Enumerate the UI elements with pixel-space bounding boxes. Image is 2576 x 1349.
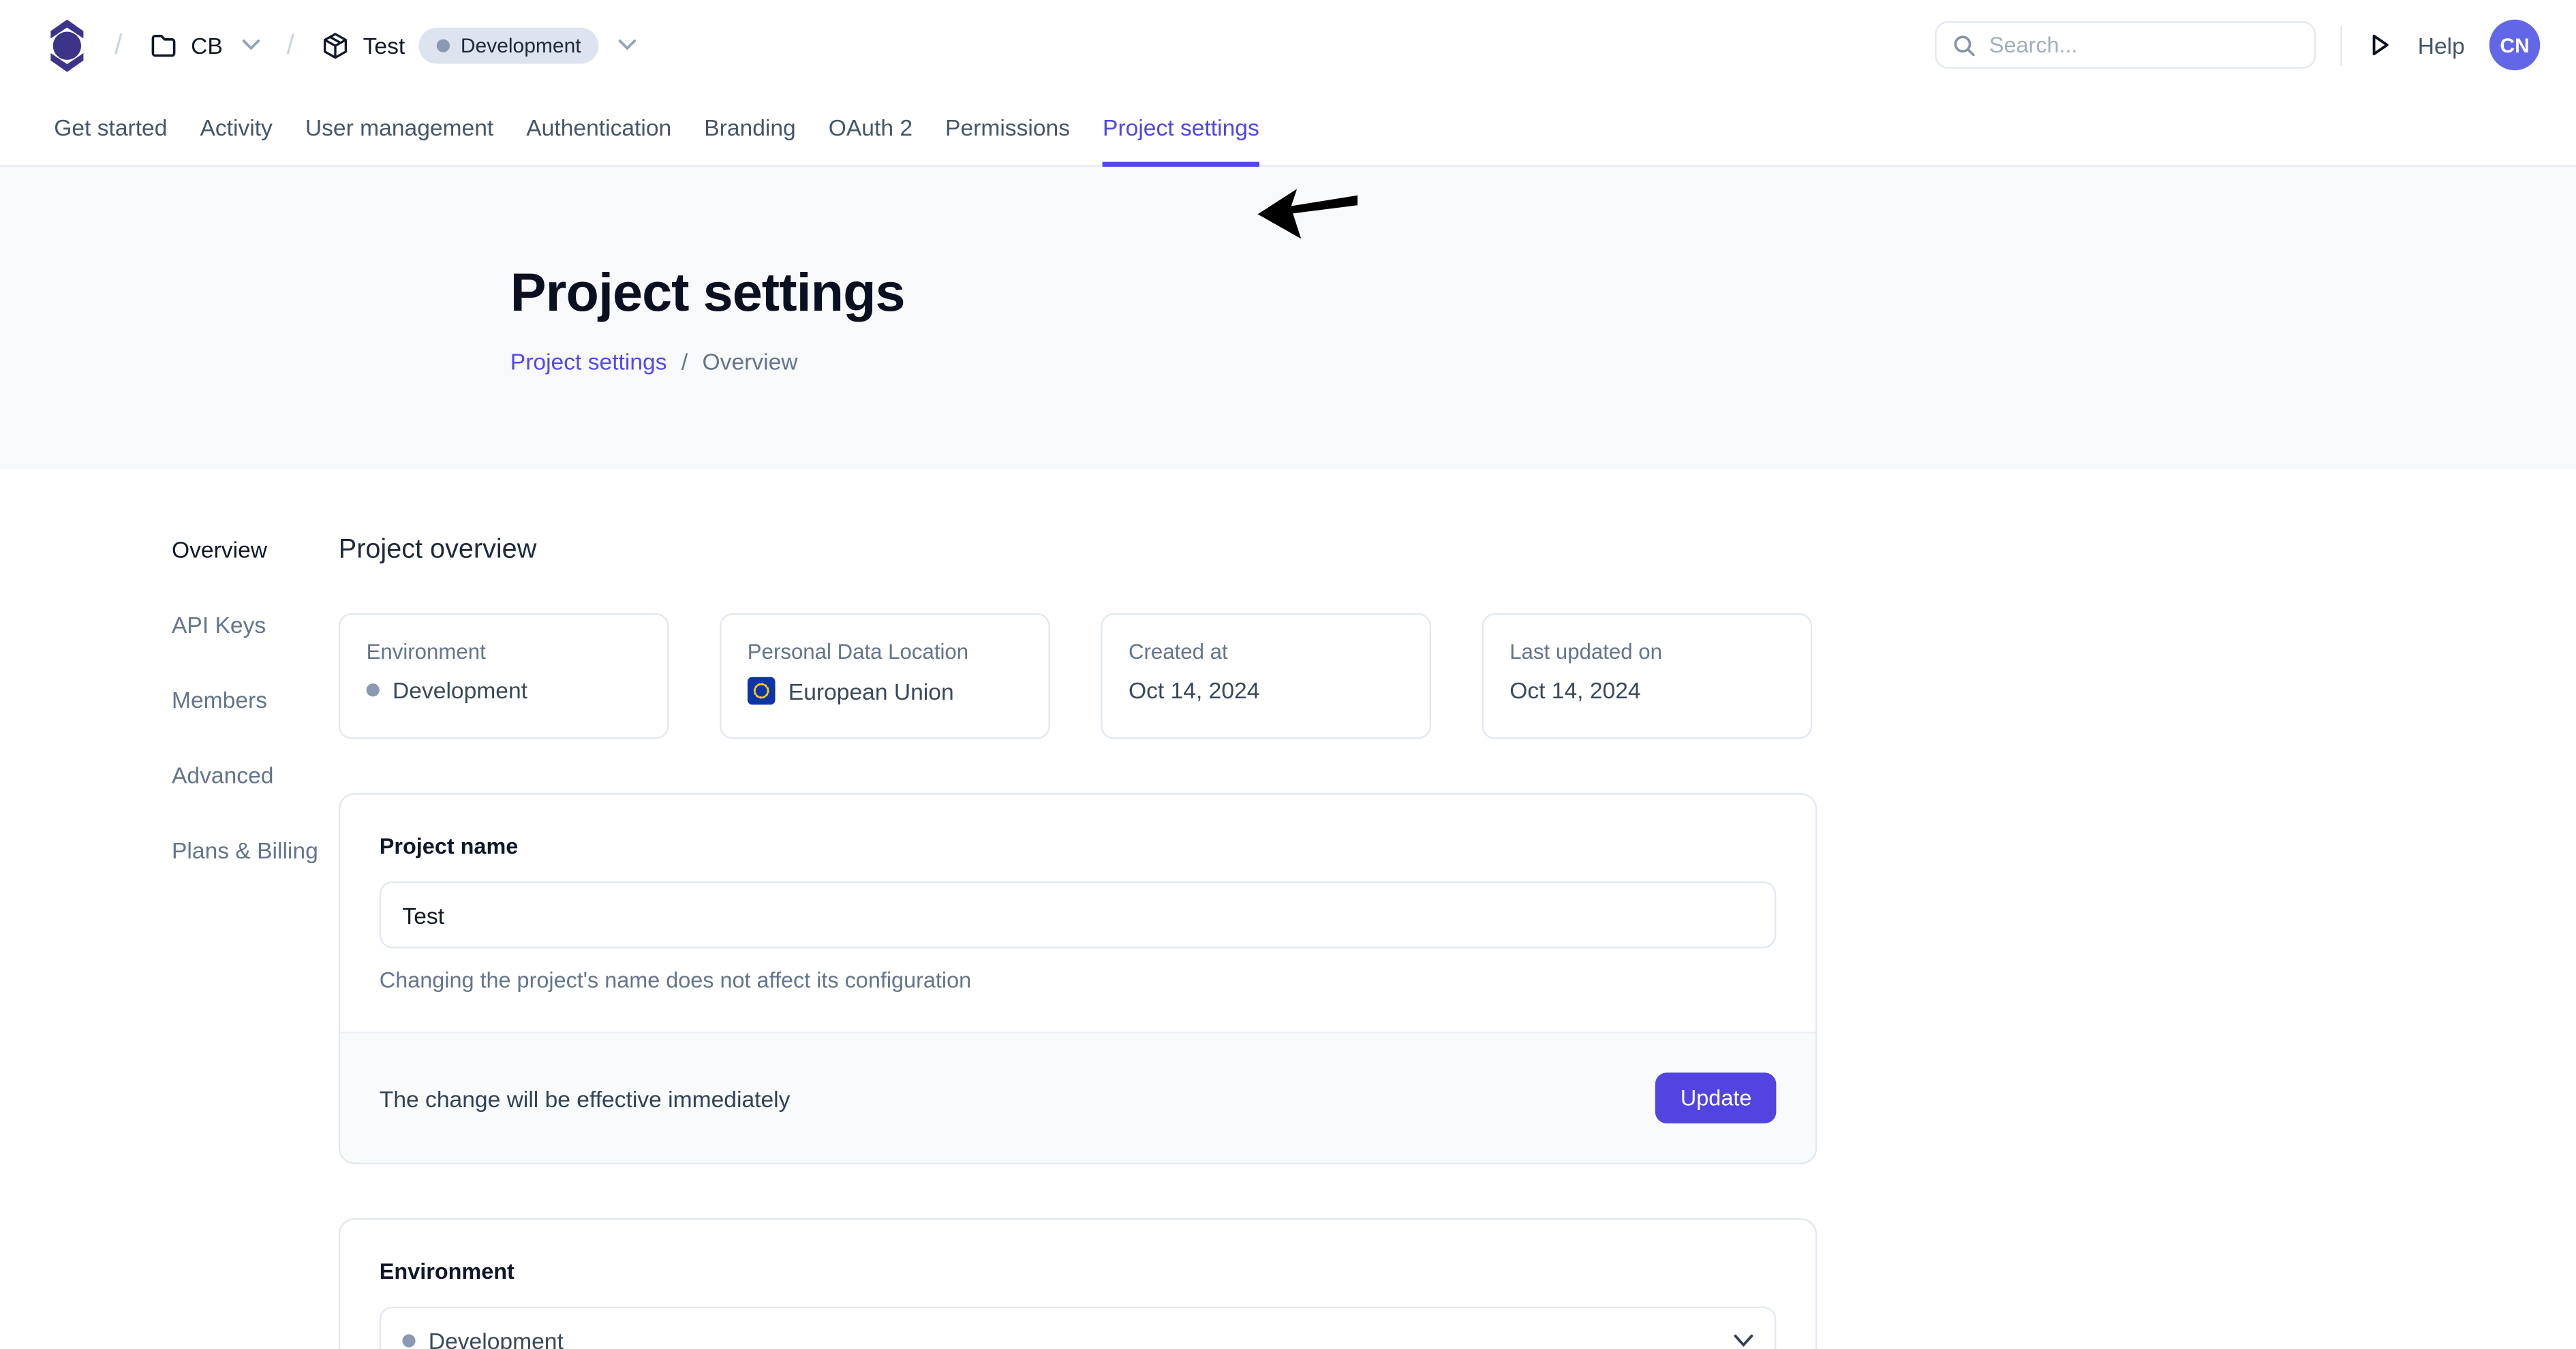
info-card-label: Personal Data Location bbox=[748, 639, 1022, 664]
package-icon bbox=[320, 30, 350, 59]
info-card-value: Oct 14, 2024 bbox=[1129, 677, 1403, 703]
breadcrumb-current: Overview bbox=[703, 348, 798, 374]
project-name-input[interactable] bbox=[380, 882, 1777, 948]
play-icon[interactable] bbox=[2367, 31, 2393, 59]
tab-branding[interactable]: Branding bbox=[704, 90, 796, 167]
app-window: / CB / Test bbox=[0, 0, 2576, 1349]
top-header: / CB / Test bbox=[0, 0, 2576, 90]
tab-get-started[interactable]: Get started bbox=[54, 90, 167, 167]
footer-note: The change will be effective immediately bbox=[380, 1085, 791, 1111]
breadcrumb-separator: / bbox=[286, 29, 294, 61]
project-switcher[interactable]: Test Development bbox=[320, 27, 637, 63]
environment-card-body: Environment Development bbox=[340, 1220, 1815, 1349]
environment-badge: Development bbox=[418, 27, 599, 63]
settings-sidebar: Overview API Keys Members Advanced Plans… bbox=[0, 469, 339, 1349]
settings-main: Project overview Environment Development… bbox=[339, 469, 1818, 1349]
page-title: Project settings bbox=[510, 262, 2576, 324]
tab-activity[interactable]: Activity bbox=[200, 90, 272, 167]
chevron-down-icon bbox=[243, 40, 260, 51]
section-title: Project overview bbox=[339, 535, 1818, 566]
update-button[interactable]: Update bbox=[1656, 1072, 1777, 1123]
breadcrumb-link-project-settings[interactable]: Project settings bbox=[510, 348, 667, 374]
folder-icon bbox=[149, 30, 178, 59]
info-card-environment: Environment Development bbox=[339, 613, 669, 739]
environment-label: Environment bbox=[380, 1259, 1777, 1284]
info-card-created-at: Created at Oct 14, 2024 bbox=[1101, 613, 1431, 739]
environment-select-text: Development bbox=[429, 1327, 564, 1349]
sidebar-item-plans-billing[interactable]: Plans & Billing bbox=[172, 835, 339, 881]
info-card-label: Last updated on bbox=[1509, 639, 1784, 664]
user-avatar[interactable]: CN bbox=[2489, 20, 2540, 70]
sidebar-item-api-keys[interactable]: API Keys bbox=[172, 610, 339, 655]
tab-authentication[interactable]: Authentication bbox=[526, 90, 671, 167]
global-search[interactable] bbox=[1935, 21, 2316, 69]
tab-oauth2[interactable]: OAuth 2 bbox=[829, 90, 913, 167]
environment-select-value: Development bbox=[402, 1327, 563, 1349]
content-area: Overview API Keys Members Advanced Plans… bbox=[0, 469, 2576, 1349]
info-card-value-text: Oct 14, 2024 bbox=[1509, 677, 1640, 703]
info-card-row: Environment Development Personal Data Lo… bbox=[339, 613, 1818, 739]
info-card-last-updated: Last updated on Oct 14, 2024 bbox=[1482, 613, 1812, 739]
project-name-helper-text: Changing the project's name does not aff… bbox=[380, 968, 1777, 993]
chevron-down-icon bbox=[619, 40, 637, 51]
page-hero: Project settings Project settings / Over… bbox=[0, 167, 2576, 469]
info-card-value: European Union bbox=[748, 677, 1022, 705]
tab-permissions[interactable]: Permissions bbox=[945, 90, 1070, 167]
eu-flag-icon bbox=[748, 677, 776, 705]
status-dot-icon bbox=[367, 683, 380, 696]
breadcrumb-separator: / bbox=[681, 348, 688, 374]
info-card-label: Created at bbox=[1129, 639, 1403, 664]
info-card-label: Environment bbox=[367, 639, 641, 664]
breadcrumb: Project settings / Overview bbox=[510, 348, 2576, 374]
status-dot-icon bbox=[436, 38, 449, 51]
breadcrumb-separator: / bbox=[114, 29, 122, 61]
info-card-value-text: European Union bbox=[788, 678, 954, 704]
chevron-down-icon bbox=[1734, 1333, 1753, 1346]
divider bbox=[2341, 25, 2342, 65]
sidebar-item-advanced[interactable]: Advanced bbox=[172, 760, 339, 806]
tab-user-management[interactable]: User management bbox=[305, 90, 493, 167]
project-name-label: Project name bbox=[380, 834, 1777, 858]
topbar-actions: Help CN bbox=[1935, 20, 2541, 70]
org-switcher[interactable]: CB bbox=[149, 30, 260, 59]
info-card-value-text: Oct 14, 2024 bbox=[1129, 677, 1259, 703]
app-logo-icon[interactable] bbox=[46, 16, 88, 74]
org-name: CB bbox=[191, 32, 223, 58]
sidebar-item-members[interactable]: Members bbox=[172, 685, 339, 731]
primary-nav: Get started Activity User management Aut… bbox=[0, 90, 2576, 167]
info-card-value-text: Development bbox=[393, 677, 527, 703]
project-name-card-body: Project name Changing the project's name… bbox=[340, 794, 1815, 1032]
help-link[interactable]: Help bbox=[2418, 32, 2465, 58]
tab-project-settings[interactable]: Project settings bbox=[1103, 90, 1259, 167]
info-card-value: Development bbox=[367, 677, 641, 703]
info-card-data-location: Personal Data Location European Union bbox=[720, 613, 1050, 739]
search-icon bbox=[1953, 33, 1976, 57]
project-name-card-footer: The change will be effective immediately… bbox=[340, 1032, 1815, 1162]
environment-badge-label: Development bbox=[461, 33, 581, 57]
search-input[interactable] bbox=[1989, 33, 2299, 57]
environment-card: Environment Development bbox=[339, 1218, 1818, 1349]
info-card-value: Oct 14, 2024 bbox=[1509, 677, 1784, 703]
project-name-card: Project name Changing the project's name… bbox=[339, 793, 1818, 1164]
project-name: Test bbox=[363, 32, 405, 58]
environment-select[interactable]: Development bbox=[380, 1307, 1777, 1349]
sidebar-item-overview[interactable]: Overview bbox=[172, 535, 339, 580]
status-dot-icon bbox=[402, 1333, 415, 1346]
